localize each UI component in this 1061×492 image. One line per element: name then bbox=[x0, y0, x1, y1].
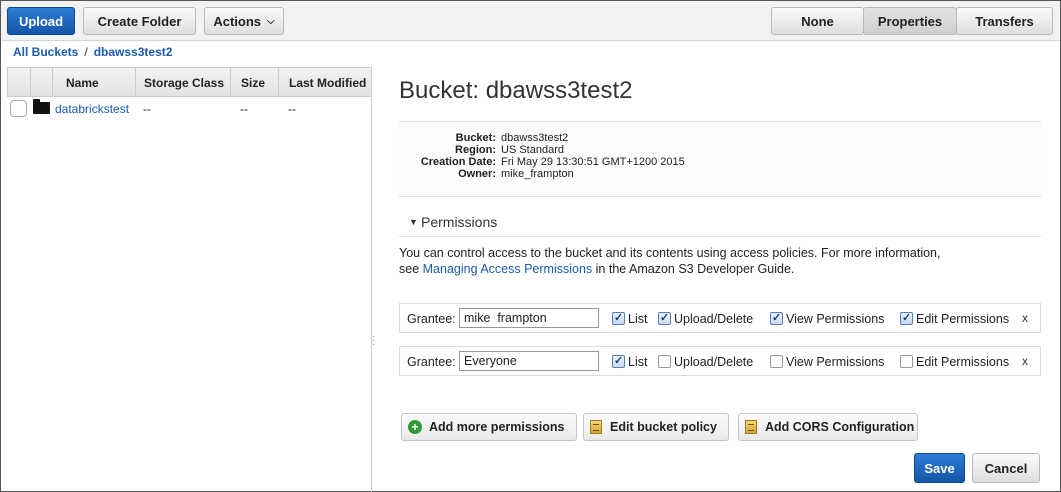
edit-permissions-label: Edit Permissions bbox=[916, 312, 1010, 326]
detail-value: mike_frampton bbox=[501, 168, 574, 180]
permissions-title: Permissions bbox=[421, 214, 498, 230]
column-divider bbox=[135, 68, 136, 97]
column-header-storage-class[interactable]: Storage Class bbox=[144, 76, 224, 90]
caret-down-icon: ▼ bbox=[409, 217, 418, 227]
list-label: List bbox=[628, 312, 648, 326]
grant-row: Grantee: List Upload/Delete View Permiss… bbox=[399, 346, 1041, 376]
upload-delete-checkbox[interactable] bbox=[658, 311, 671, 325]
view-permissions-checkbox[interactable] bbox=[770, 311, 783, 325]
edit-permissions-label: Edit Permissions bbox=[916, 355, 1010, 369]
grantee-label: Grantee: bbox=[407, 312, 456, 326]
storage-class-cell: -- bbox=[143, 102, 151, 116]
view-properties-button[interactable]: Properties bbox=[863, 7, 957, 35]
detail-value: Fri May 29 13:30:51 GMT+1200 2015 bbox=[501, 156, 685, 168]
detail-label: Region: bbox=[455, 144, 496, 156]
last-modified-cell: -- bbox=[288, 102, 296, 116]
breadcrumb-all-buckets[interactable]: All Buckets bbox=[13, 45, 78, 59]
add-cors-configuration-button[interactable]: Add CORS Configuration bbox=[738, 413, 918, 441]
view-permissions-label: View Permissions bbox=[786, 355, 885, 369]
chevron-down-icon: ⌵ bbox=[267, 15, 275, 27]
list-checkbox[interactable] bbox=[612, 311, 625, 325]
detail-label: Bucket: bbox=[455, 132, 496, 144]
save-button[interactable]: Save bbox=[914, 453, 965, 483]
grantee-label: Grantee: bbox=[407, 355, 456, 369]
view-permissions-checkbox[interactable] bbox=[770, 355, 783, 368]
pane-splitter-handle[interactable]: · · · bbox=[372, 332, 375, 350]
column-divider bbox=[52, 68, 53, 97]
add-more-permissions-label: Add more permissions bbox=[429, 420, 565, 434]
column-header-last-modified[interactable]: Last Modified bbox=[289, 76, 366, 90]
size-cell: -- bbox=[240, 102, 248, 116]
actions-dropdown[interactable]: Actions ⌵ bbox=[204, 7, 284, 35]
folder-icon bbox=[33, 99, 50, 114]
cors-document-icon bbox=[745, 420, 757, 434]
list-label: List bbox=[628, 355, 648, 369]
permissions-section-toggle[interactable]: ▼ Permissions bbox=[399, 207, 1041, 237]
grantee-input[interactable] bbox=[459, 308, 599, 328]
cancel-button[interactable]: Cancel bbox=[972, 453, 1040, 483]
toolbar: Upload Create Folder Actions ⌵ None Prop… bbox=[1, 1, 1060, 41]
add-cors-configuration-label: Add CORS Configuration bbox=[765, 420, 915, 434]
perm-desc-pre: see bbox=[399, 262, 423, 276]
detail-label: Owner: bbox=[458, 168, 496, 180]
add-more-permissions-button[interactable]: + Add more permissions bbox=[401, 413, 577, 441]
row-checkbox[interactable] bbox=[10, 100, 27, 117]
grant-row: Grantee: List Upload/Delete View Permiss… bbox=[399, 303, 1041, 333]
breadcrumb: All Buckets / dbawss3test2 bbox=[13, 45, 172, 59]
s3-console-window: Upload Create Folder Actions ⌵ None Prop… bbox=[0, 0, 1061, 492]
detail-value: US Standard bbox=[501, 144, 564, 156]
remove-grant-button[interactable]: x bbox=[1022, 311, 1028, 325]
remove-grant-button[interactable]: x bbox=[1022, 354, 1028, 368]
view-permissions-label: View Permissions bbox=[786, 312, 885, 326]
upload-delete-label: Upload/Delete bbox=[674, 355, 754, 369]
policy-document-icon bbox=[590, 420, 602, 434]
upload-delete-label: Upload/Delete bbox=[674, 312, 754, 326]
column-divider bbox=[30, 68, 31, 97]
list-checkbox[interactable] bbox=[612, 354, 625, 368]
detail-label: Creation Date: bbox=[420, 156, 496, 168]
breadcrumb-current[interactable]: dbawss3test2 bbox=[94, 45, 173, 59]
object-list-pane: Name Storage Class Size Last Modified da… bbox=[7, 67, 372, 492]
view-none-button[interactable]: None bbox=[771, 7, 864, 35]
permissions-description: You can control access to the bucket and… bbox=[399, 245, 1019, 277]
edit-permissions-checkbox[interactable] bbox=[900, 355, 913, 368]
edit-bucket-policy-button[interactable]: Edit bucket policy bbox=[583, 413, 729, 441]
object-name-link[interactable]: databrickstest bbox=[55, 102, 129, 116]
column-header-name[interactable]: Name bbox=[66, 76, 99, 90]
create-folder-button[interactable]: Create Folder bbox=[83, 7, 196, 35]
column-divider bbox=[278, 68, 279, 97]
detail-value: dbawss3test2 bbox=[501, 132, 569, 144]
table-header: Name Storage Class Size Last Modified bbox=[7, 67, 372, 97]
grantee-input[interactable] bbox=[459, 351, 599, 371]
column-divider bbox=[230, 68, 231, 97]
edit-permissions-checkbox[interactable] bbox=[900, 311, 913, 325]
view-transfers-button[interactable]: Transfers bbox=[956, 7, 1053, 35]
column-header-size[interactable]: Size bbox=[241, 76, 265, 90]
table-row[interactable]: databrickstest -- -- -- bbox=[7, 98, 372, 120]
perm-desc-post: in the Amazon S3 Developer Guide. bbox=[592, 262, 795, 276]
upload-button[interactable]: Upload bbox=[7, 7, 75, 35]
bucket-heading: Bucket: dbawss3test2 bbox=[399, 77, 633, 104]
properties-pane: Bucket: dbawss3test2 Bucket: dbawss3test… bbox=[387, 67, 1052, 492]
perm-desc-line-1: You can control access to the bucket and… bbox=[399, 246, 941, 260]
upload-delete-checkbox[interactable] bbox=[658, 355, 671, 368]
managing-access-permissions-link[interactable]: Managing Access Permissions bbox=[423, 262, 593, 276]
plus-circle-icon: + bbox=[408, 420, 422, 434]
edit-bucket-policy-label: Edit bucket policy bbox=[610, 420, 717, 434]
actions-label: Actions bbox=[213, 13, 262, 29]
bucket-details: Bucket: dbawss3test2 Region: US Standard… bbox=[399, 121, 1041, 197]
breadcrumb-separator: / bbox=[84, 45, 88, 59]
